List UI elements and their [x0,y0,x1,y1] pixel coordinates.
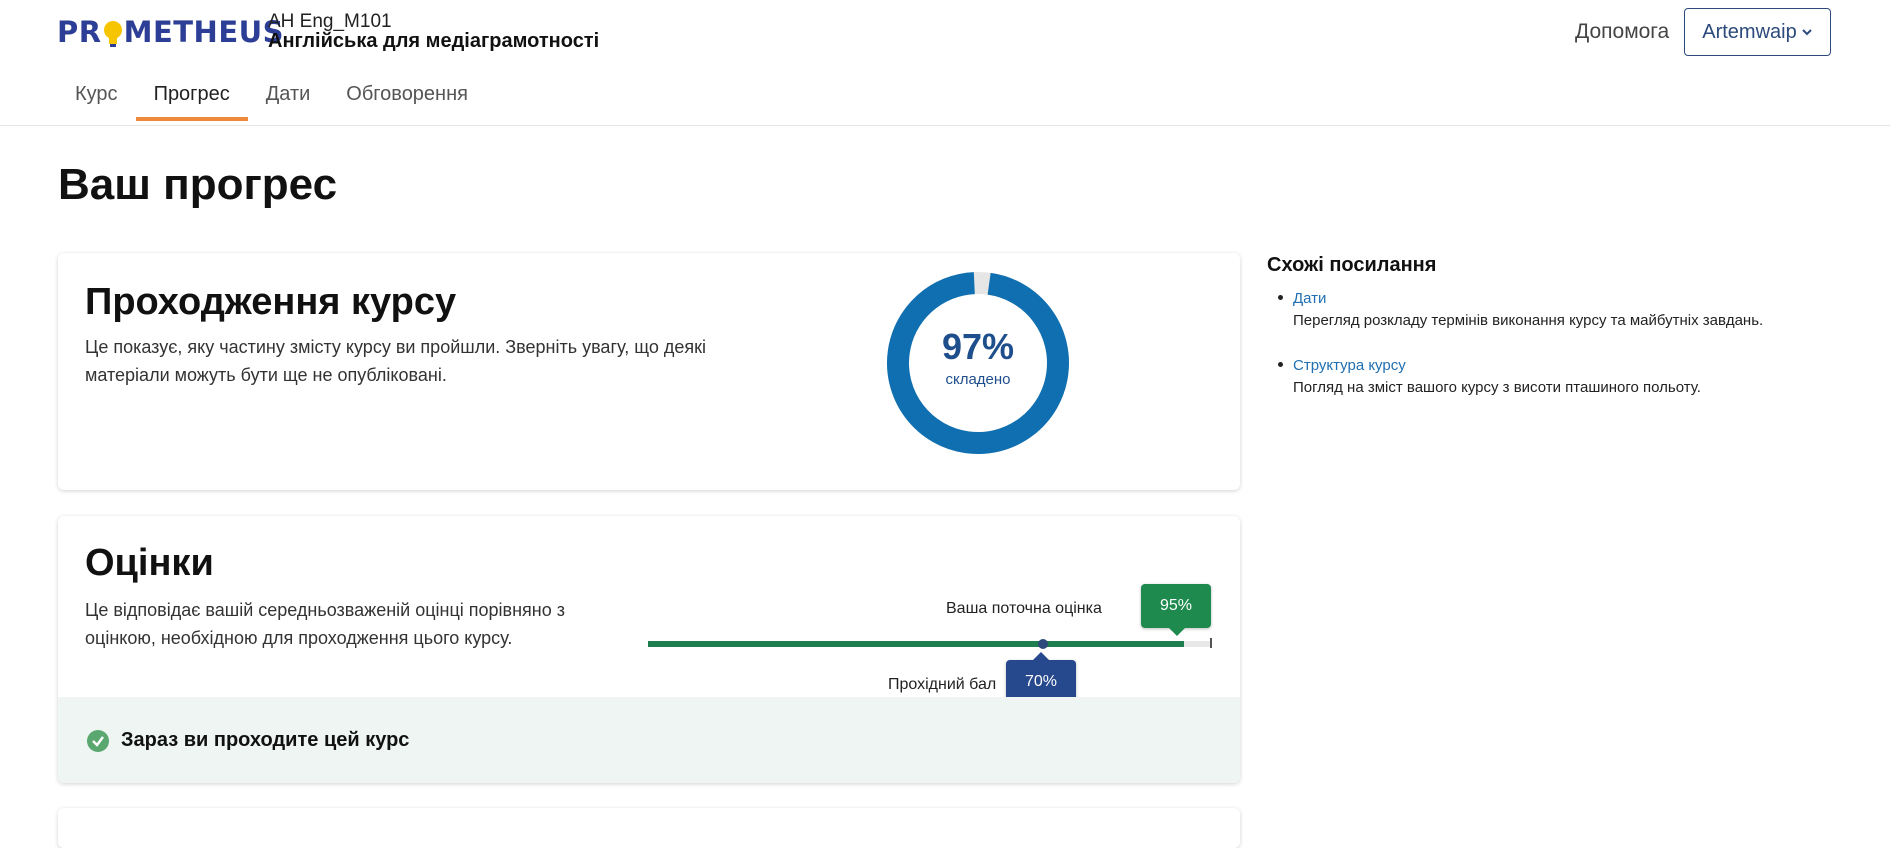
completion-sublabel: складено [945,371,1011,388]
grade-bar-track [648,641,1212,647]
related-link-description: Погляд на зміст вашого курсу з висоти пт… [1293,379,1701,396]
help-link[interactable]: Допомога [1575,20,1669,44]
related-links-list: Дати Перегляд розкладу термінів виконанн… [1267,289,1763,423]
passing-grade-label: Прохідний бал [888,676,997,693]
related-link-item: Дати Перегляд розкладу термінів виконанн… [1267,289,1763,333]
grade-bar-end [1210,638,1212,648]
grade-bar-area: Ваша поточна оцінка 95% Прохідний бал 70… [648,556,1228,704]
related-link-outline[interactable]: Структура курсу [1293,356,1763,376]
passing-status-bar: Зараз ви проходите цей курс [58,697,1240,783]
grade-bar-fill [648,641,1184,647]
tab-discussion[interactable]: Обговорення [328,78,486,121]
check-circle-icon [87,730,109,752]
grades-title: Оцінки [85,542,214,584]
completion-card: Проходження курсу Це показує, яку частин… [58,253,1240,490]
logo-text: PR METHEUS [57,15,285,49]
header: PR METHEUS AH Eng_M101 Англійська для мед… [0,0,1890,126]
bullet-icon [1278,295,1283,300]
passing-status-text: Зараз ви проходите цей курс [121,729,410,751]
completion-donut: 97% складено [886,271,1070,455]
bullet-icon [1278,362,1283,367]
tab-course[interactable]: Курс [57,78,136,121]
related-link-item: Структура курсу Погляд на зміст вашого к… [1267,356,1763,400]
completion-title: Проходження курсу [85,281,457,323]
next-card [58,808,1240,848]
chevron-down-icon [1802,29,1812,36]
completion-description: Це показує, яку частину змісту курсу ви … [85,337,706,385]
current-grade-tooltip: 95% [1141,584,1211,636]
current-grade-label: Ваша поточна оцінка [946,600,1102,617]
page-title: Ваш прогрес [58,160,338,209]
passing-grade-marker [1037,639,1048,649]
related-link-description: Перегляд розкладу термінів виконання кур… [1293,312,1764,329]
tab-progress[interactable]: Прогрес [135,78,248,121]
grades-description: Це відповідає вашій середньозваженій оці… [85,600,566,648]
grades-card: Оцінки Це відповідає вашій середньозваже… [58,516,1240,783]
completion-percent: 97% [941,326,1015,367]
lightbulb-icon [103,21,122,47]
related-link-dates[interactable]: Дати [1293,289,1763,309]
course-tabs: Курс Прогрес Дати Обговорення [57,78,486,121]
course-title: Англійська для медіаграмотності [268,30,600,52]
user-menu-button[interactable]: Artemwaip [1684,8,1831,56]
related-links-title: Схожі посилання [1267,254,1437,276]
prometheus-logo[interactable]: PR METHEUS [57,12,284,52]
tab-dates[interactable]: Дати [248,78,329,121]
user-name: Artemwaip [1702,20,1797,43]
